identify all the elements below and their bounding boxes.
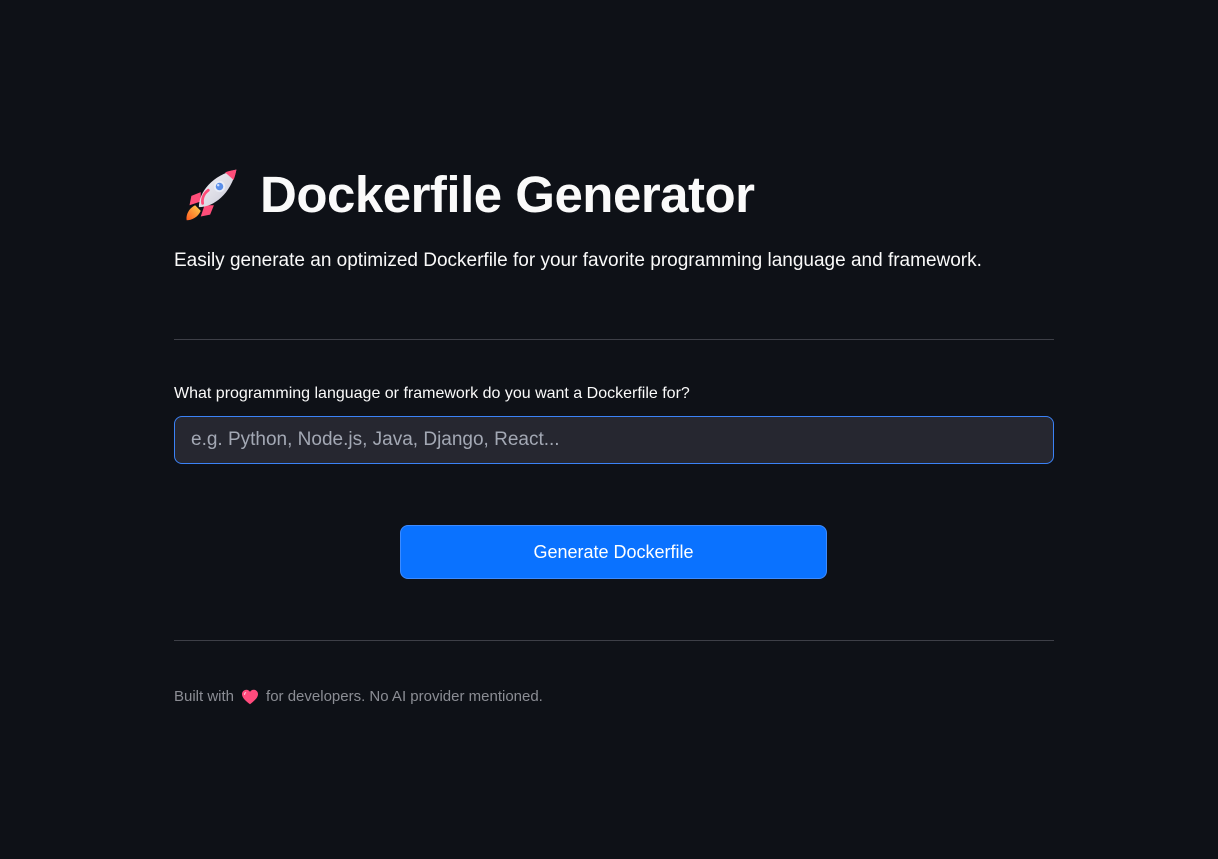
page-header: Dockerfile Generator (182, 160, 755, 228)
footer-prefix: Built with (174, 688, 235, 705)
page-title: Dockerfile Generator (260, 165, 755, 223)
language-input[interactable] (175, 417, 1053, 463)
language-input-wrapper (174, 416, 1054, 464)
heart-icon (242, 689, 259, 704)
app-page: Dockerfile Generator Easily generate an … (0, 0, 1218, 859)
footer-suffix: for developers. No AI provider mentioned… (266, 688, 543, 705)
footer: Built with for developers. No AI provide… (174, 688, 543, 705)
rocket-icon (186, 169, 237, 221)
divider-bottom (174, 640, 1054, 641)
divider-top (174, 339, 1054, 340)
language-field-label: What programming language or framework d… (174, 385, 690, 402)
generate-dockerfile-button[interactable]: Generate Dockerfile (400, 525, 827, 579)
page-subtitle: Easily generate an optimized Dockerfile … (174, 250, 982, 271)
